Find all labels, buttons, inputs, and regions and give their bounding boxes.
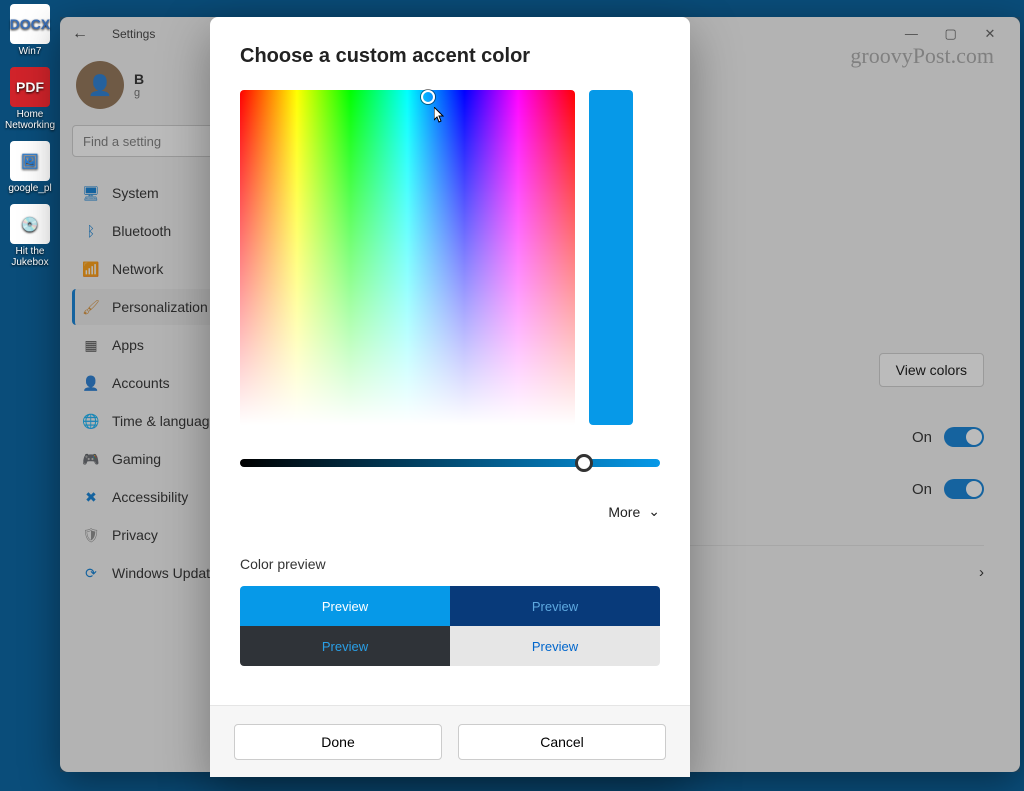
preview-cell: Preview [240, 626, 450, 666]
cancel-button[interactable]: Cancel [458, 724, 666, 760]
modal-title: Choose a custom accent color [240, 45, 660, 68]
desktop: DOCXWin7 PDFHome Networking 🖼google_pl 💿Hit… [0, 0, 60, 770]
desktop-icon[interactable]: PDFHome Networking [3, 67, 57, 131]
value-slider[interactable] [240, 459, 660, 467]
color-picker-modal: Choose a custom accent color More ⌄ C [210, 17, 690, 777]
desktop-icon[interactable]: 💿Hit the Jukebox [3, 204, 57, 268]
preview-label: Color preview [240, 556, 660, 572]
preview-grid: PreviewPreviewPreviewPreview [240, 586, 660, 666]
picker-crosshair[interactable] [421, 90, 435, 104]
preview-cell: Preview [450, 586, 660, 626]
chevron-down-icon: ⌄ [648, 503, 660, 520]
preview-cell: Preview [240, 586, 450, 626]
cursor-icon [434, 107, 446, 123]
preview-cell: Preview [450, 626, 660, 666]
more-link[interactable]: More ⌄ [240, 503, 660, 520]
desktop-icon[interactable]: DOCXWin7 [3, 4, 57, 57]
settings-window: ← Settings — ▢ ✕ 👤 B g 🖥SystemᛒBluetooth… [60, 17, 1020, 772]
modal-footer: Done Cancel [210, 705, 690, 777]
current-color-preview [589, 90, 633, 425]
hue-sat-picker[interactable] [240, 90, 575, 425]
value-slider-thumb[interactable] [575, 454, 593, 472]
done-button[interactable]: Done [234, 724, 442, 760]
modal-overlay: Choose a custom accent color More ⌄ C [60, 17, 1020, 772]
desktop-icon[interactable]: 🖼google_pl [3, 141, 57, 194]
more-label: More [608, 504, 640, 520]
